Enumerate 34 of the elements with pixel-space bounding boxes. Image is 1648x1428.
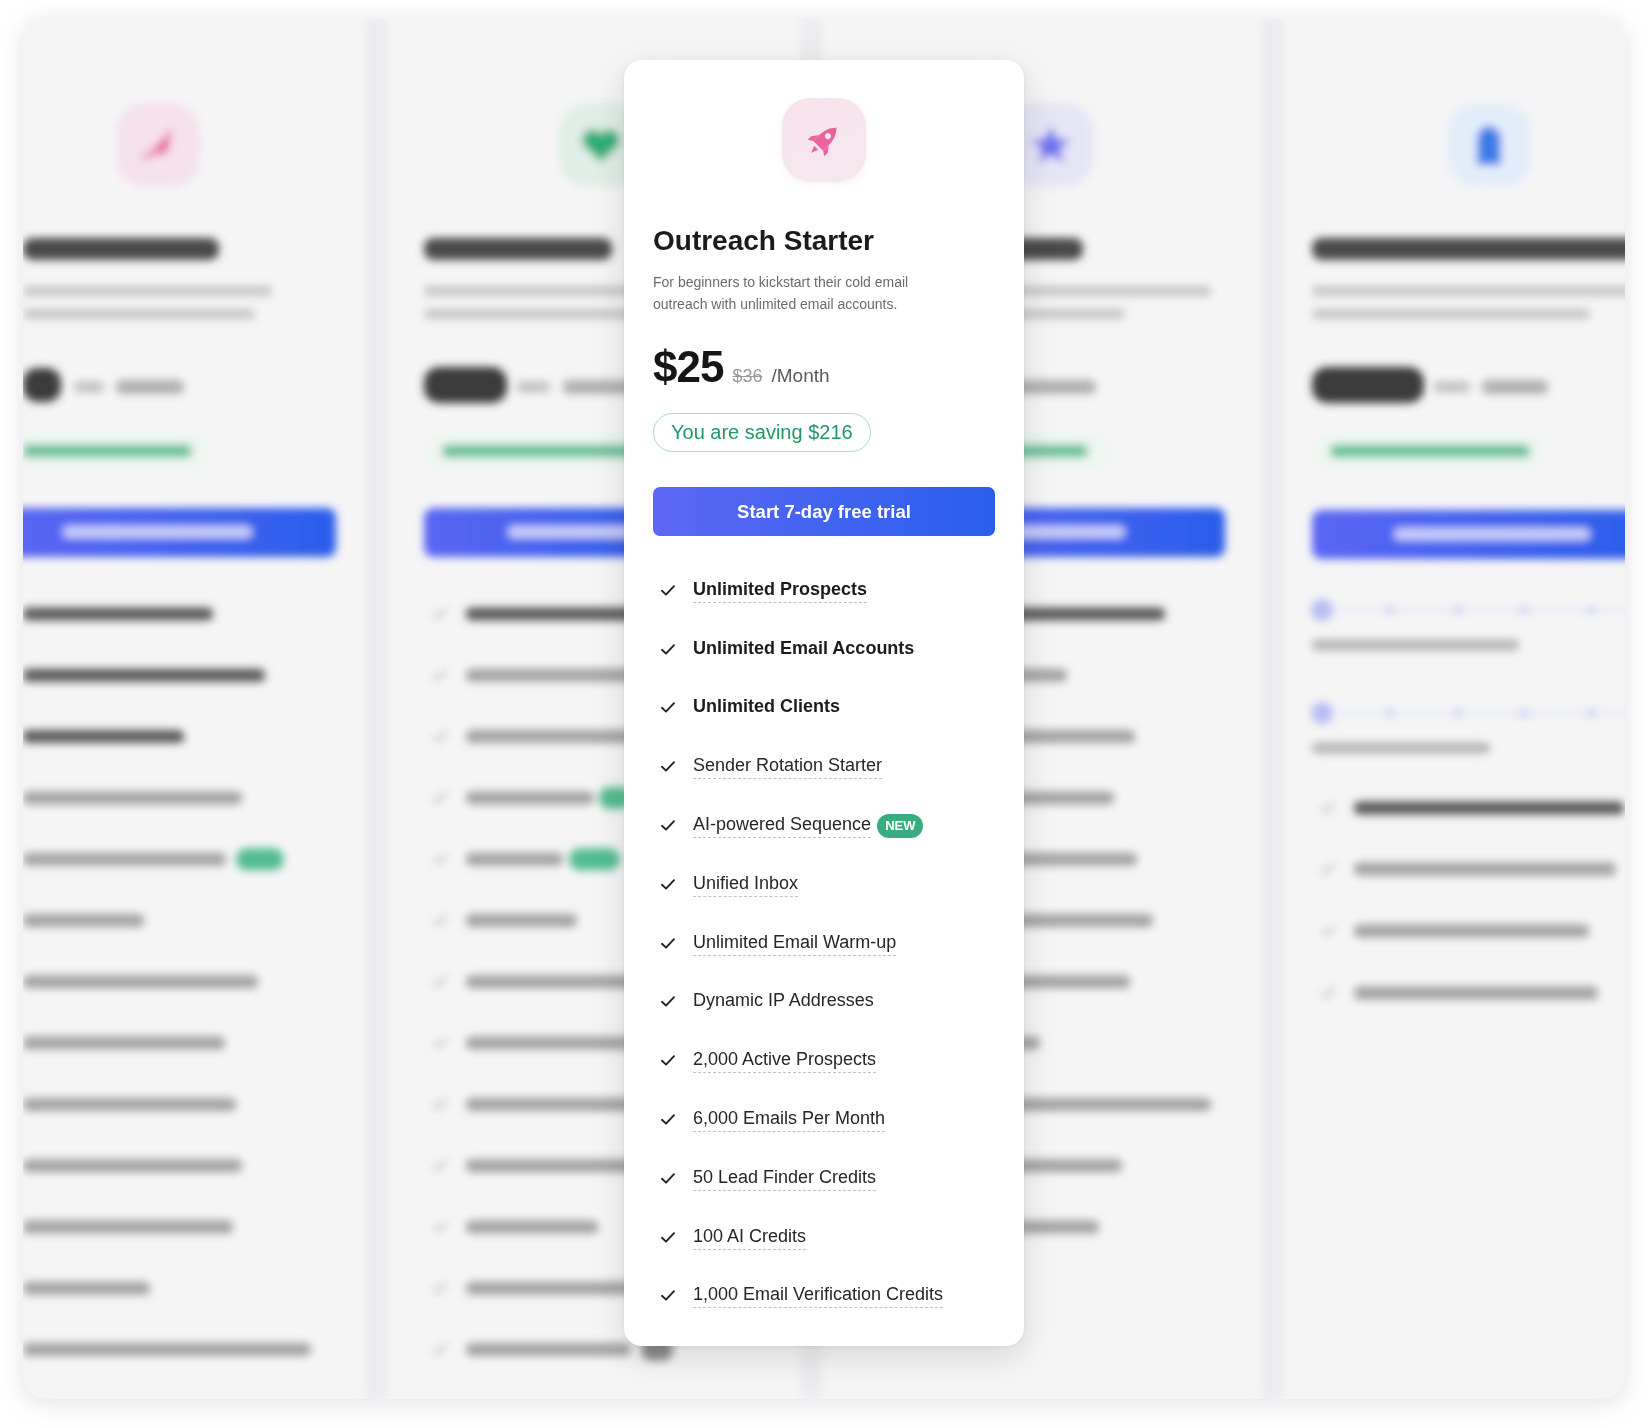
feature-label: 100 AI Credits	[693, 1224, 807, 1250]
price-amount: $25	[653, 343, 724, 391]
check-icon	[661, 1172, 675, 1184]
check-icon	[661, 1055, 675, 1067]
check-icon	[661, 643, 675, 655]
feature-label: Dynamic IP Addresses	[693, 989, 874, 1013]
feature-label: Unlimited Clients	[693, 695, 840, 719]
plan-description: For beginners to kickstart their cold email outreach with unlimited email accounts.	[653, 273, 910, 314]
check-icon	[661, 702, 675, 714]
check-icon	[661, 1231, 675, 1243]
feature-label: 50 Lead Finder Credits	[693, 1165, 877, 1191]
check-icon	[661, 820, 675, 832]
feature-label: Sender Rotation Starter	[693, 754, 883, 780]
check-icon	[661, 761, 675, 773]
check-icon	[661, 878, 675, 890]
start-trial-button[interactable]: Start 7-day free trial	[653, 487, 995, 536]
check-icon	[661, 1290, 675, 1302]
feature-label: AI-powered Sequence	[693, 813, 872, 839]
plan-title: Outreach Starter	[653, 224, 875, 258]
check-icon	[661, 1114, 675, 1126]
feature-label: Unlimited Prospects	[693, 577, 868, 603]
feature-label: Unlimited Email Warm-up	[693, 930, 897, 956]
feature-label: Unified Inbox	[693, 871, 799, 897]
check-icon	[661, 584, 675, 596]
billing-period: /Month	[771, 365, 830, 387]
rocket-icon	[782, 98, 866, 182]
new-badge: NEW	[877, 813, 924, 838]
feature-label: 2,000 Active Prospects	[693, 1048, 877, 1074]
original-price: $36	[732, 366, 763, 387]
feature-label: 1,000 Email Verification Credits	[693, 1283, 944, 1309]
check-icon	[661, 996, 675, 1008]
check-icon	[661, 937, 675, 949]
feature-label: 6,000 Emails Per Month	[693, 1107, 886, 1133]
feature-label: Unlimited Email Accounts	[693, 636, 915, 660]
